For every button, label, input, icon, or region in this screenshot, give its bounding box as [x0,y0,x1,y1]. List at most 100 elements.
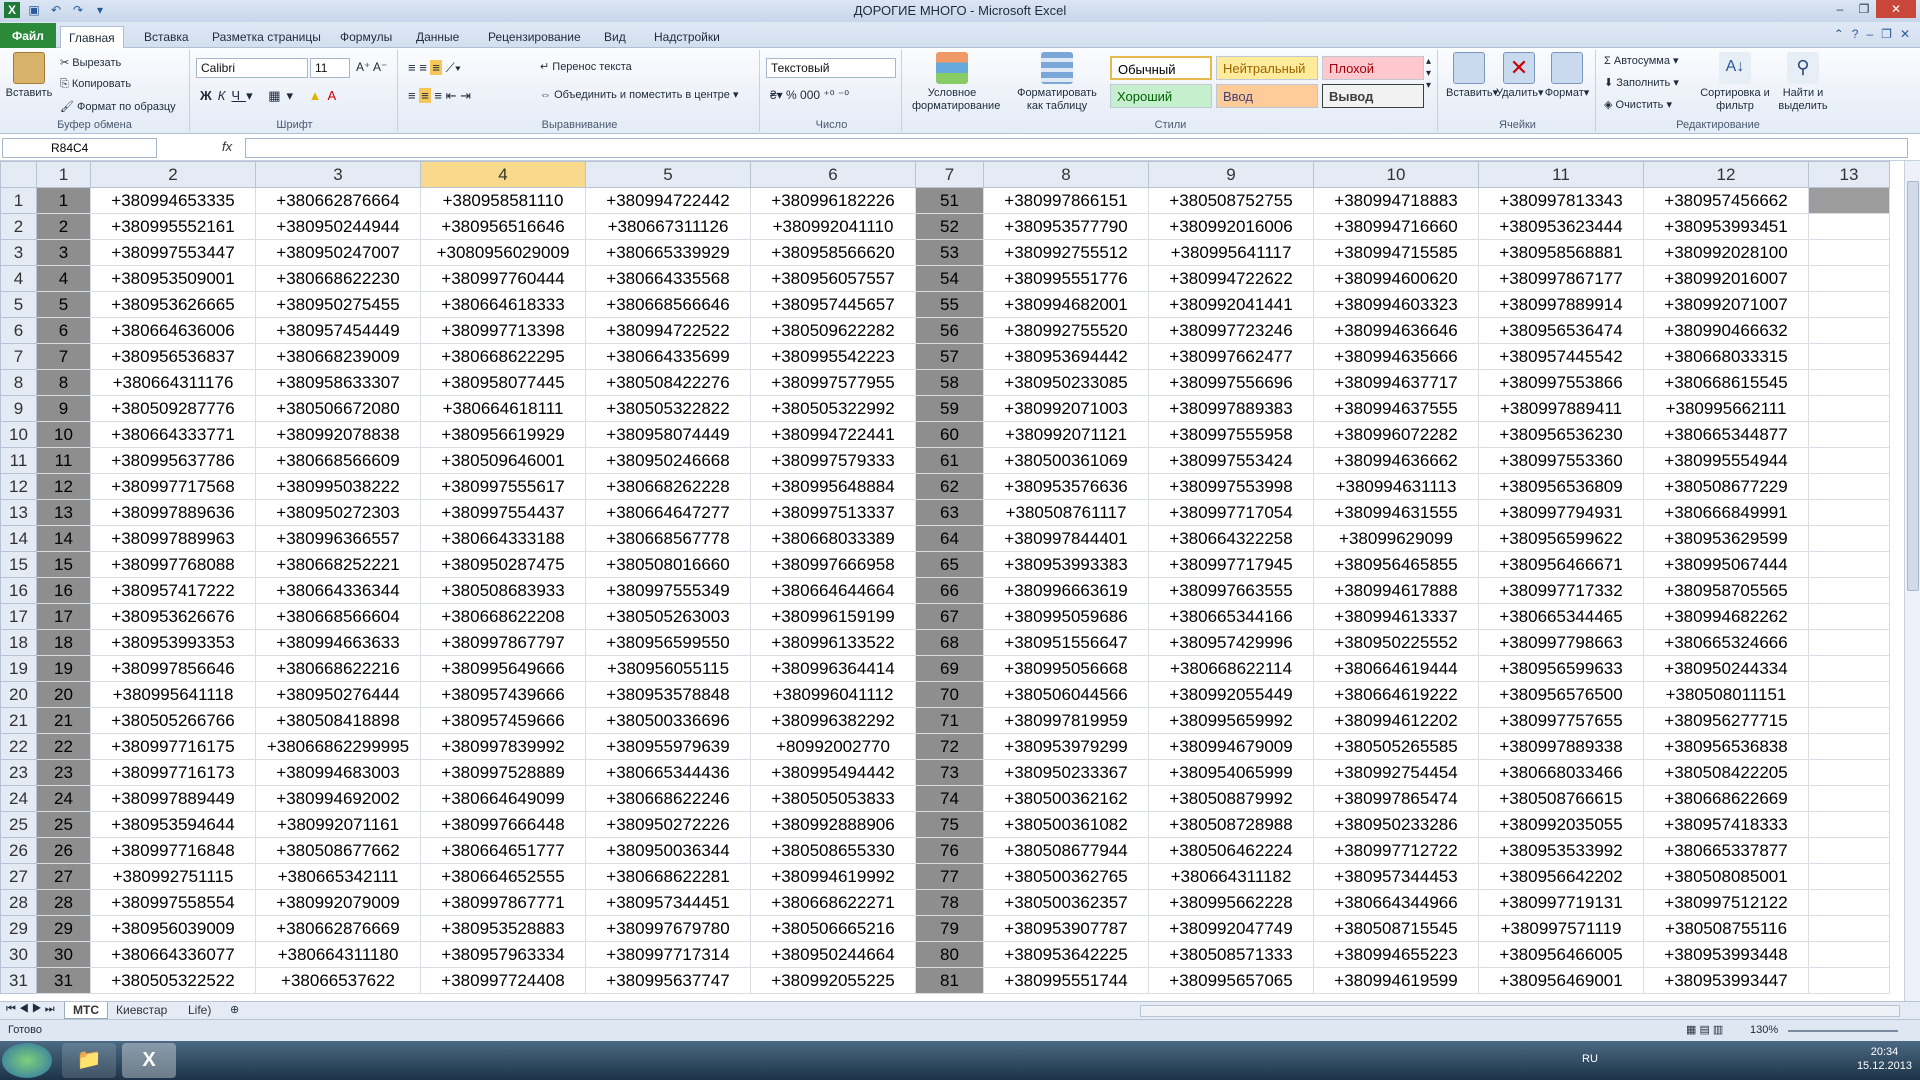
font-style-buttons[interactable]: ЖКЧ▾ ▦▾ ▲A [200,88,342,104]
cell[interactable]: +380668622216 [255,655,421,682]
cell[interactable]: +380992016006 [1148,213,1314,240]
cell[interactable]: +380997889449 [90,785,256,812]
cell[interactable]: +380957963334 [420,941,586,968]
cell[interactable]: 22 [36,733,91,760]
cell[interactable]: 25 [36,811,91,838]
cell[interactable]: +380508016660 [585,551,751,578]
tab-page-layout[interactable]: Разметка страницы [204,26,329,48]
cell[interactable]: 59 [915,395,984,422]
column-header[interactable]: 11 [1478,161,1644,188]
cell[interactable]: +380995662228 [1148,889,1314,916]
cell[interactable]: +380958705565 [1643,577,1809,604]
cell[interactable]: +380994631113 [1313,473,1479,500]
style-bad[interactable]: Плохой [1322,56,1424,80]
cell[interactable]: +38099629099 [1313,525,1479,552]
cell[interactable]: +380997555617 [420,473,586,500]
cell[interactable]: 53 [915,239,984,266]
cell[interactable]: +380994663633 [255,629,421,656]
cell[interactable]: +380997716173 [90,759,256,786]
row-header[interactable]: 18 [0,629,37,656]
cell[interactable]: +380953623444 [1478,213,1644,240]
cell[interactable]: +380997555958 [1148,421,1314,448]
cell[interactable]: +380958566620 [750,239,916,266]
cell[interactable]: +380664311176 [90,369,256,396]
row-header[interactable]: 26 [0,837,37,864]
cell[interactable]: 8 [36,369,91,396]
cell[interactable]: 27 [36,863,91,890]
cell[interactable]: +380950233085 [983,369,1149,396]
cell[interactable] [1808,239,1890,266]
cell[interactable]: +380665344436 [585,759,751,786]
cell[interactable]: +380953509001 [90,265,256,292]
row-header[interactable]: 11 [0,447,37,474]
cell[interactable]: +380508715545 [1313,915,1479,942]
cell[interactable]: +380958077445 [420,369,586,396]
cell[interactable]: +380665344465 [1478,603,1644,630]
paste-button[interactable]: Вставить [4,52,54,100]
cell[interactable]: +380994682262 [1643,603,1809,630]
cell[interactable]: +380994637555 [1313,395,1479,422]
cell[interactable]: +380664647277 [585,499,751,526]
cell[interactable]: +380997679780 [585,915,751,942]
column-header[interactable]: 3 [255,161,421,188]
cell[interactable]: +380505322522 [90,967,256,994]
cell[interactable]: 28 [36,889,91,916]
row-header[interactable]: 28 [0,889,37,916]
format-as-table-button[interactable]: Форматировать как таблицу [1012,52,1102,113]
cell[interactable]: +380995554944 [1643,447,1809,474]
cell[interactable]: +380664618111 [420,395,586,422]
cell[interactable] [1808,759,1890,786]
cell[interactable]: +380994617888 [1313,577,1479,604]
cell[interactable]: +380957344453 [1313,863,1479,890]
cell[interactable]: +380953907787 [983,915,1149,942]
cell[interactable]: 80 [915,941,984,968]
row-header[interactable]: 27 [0,863,37,890]
cell[interactable]: +380664652555 [420,863,586,890]
cell[interactable]: +380997716848 [90,837,256,864]
cell[interactable]: 70 [915,681,984,708]
cell[interactable]: +380505322822 [585,395,751,422]
cell[interactable]: +38066862299995 [255,733,421,760]
cell[interactable]: +380997554437 [420,499,586,526]
cell[interactable]: +380664311180 [255,941,421,968]
cell[interactable]: 60 [915,421,984,448]
cell[interactable]: 56 [915,317,984,344]
row-header[interactable]: 25 [0,811,37,838]
cell[interactable] [1808,837,1890,864]
cell[interactable]: +380995637786 [90,447,256,474]
cell[interactable]: +380996133522 [750,629,916,656]
cell[interactable]: +380668033389 [750,525,916,552]
cell[interactable]: +380953533992 [1478,837,1644,864]
cell[interactable] [1808,421,1890,448]
cell[interactable]: +380662876664 [255,187,421,214]
cell[interactable] [1808,291,1890,318]
cell[interactable]: +380664311182 [1148,863,1314,890]
minimize-icon[interactable]: – [1828,0,1852,18]
cell[interactable] [1808,213,1890,240]
cell[interactable]: +380667311126 [585,213,751,240]
cell[interactable]: +380953528883 [420,915,586,942]
cell[interactable] [1808,707,1890,734]
cell[interactable]: +380995059686 [983,603,1149,630]
cell[interactable]: +380997719131 [1478,889,1644,916]
cell[interactable]: 20 [36,681,91,708]
cell[interactable]: +380997844401 [983,525,1149,552]
row-header[interactable]: 13 [0,499,37,526]
cell[interactable]: +380953594644 [90,811,256,838]
cell[interactable]: +380997555349 [585,577,751,604]
cell[interactable]: +380956466005 [1478,941,1644,968]
tab-file[interactable]: Файл [0,23,56,48]
cell[interactable]: +380995551776 [983,265,1149,292]
cell[interactable]: 31 [36,967,91,994]
cell[interactable]: +380996366557 [255,525,421,552]
cell[interactable]: 13 [36,499,91,526]
cell[interactable] [1808,577,1890,604]
cell[interactable]: +380508571333 [1148,941,1314,968]
cell[interactable]: +380500336696 [585,707,751,734]
cell[interactable]: 78 [915,889,984,916]
cell[interactable]: +380997819959 [983,707,1149,734]
cell[interactable]: +380665339929 [585,239,751,266]
cell[interactable]: +380994636646 [1313,317,1479,344]
cell[interactable]: +380956642202 [1478,863,1644,890]
column-header[interactable]: 9 [1148,161,1314,188]
